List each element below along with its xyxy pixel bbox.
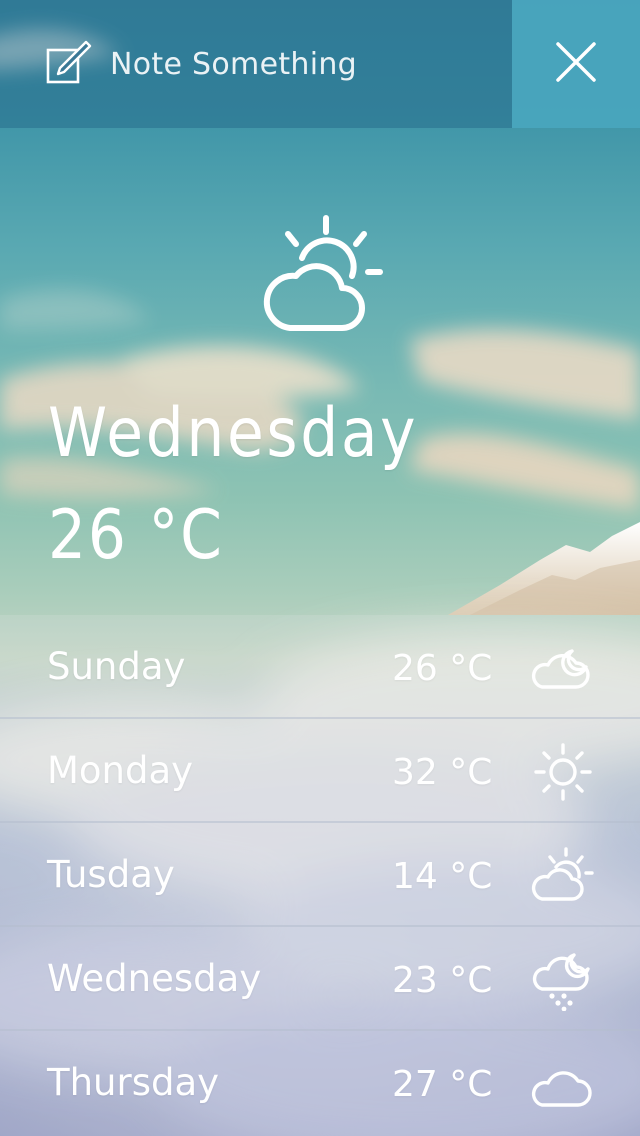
partly-cloudy-icon xyxy=(530,845,596,907)
current-temperature: 26 °C xyxy=(48,496,224,575)
forecast-row-sunday[interactable]: Sunday 26 °C xyxy=(0,615,640,719)
note-something-label: Note Something xyxy=(110,46,357,82)
forecast-day: Sunday xyxy=(47,645,186,688)
forecast-list: Sunday 26 °C Monday 32 °C Tusday 14 °C W… xyxy=(0,615,640,1136)
forecast-temperature: 14 °C xyxy=(392,856,493,897)
edit-note-icon xyxy=(40,38,92,90)
forecast-temperature: 27 °C xyxy=(392,1064,493,1105)
cloud-icon xyxy=(530,1053,596,1115)
weather-screen: Note Something Wednesday 26 °C Sunday 26… xyxy=(0,0,640,1136)
forecast-temperature: 26 °C xyxy=(392,648,493,689)
note-something-button[interactable]: Note Something xyxy=(40,28,357,100)
sunny-icon xyxy=(530,741,596,803)
cloudy-night-icon xyxy=(530,637,596,699)
forecast-temperature: 23 °C xyxy=(392,960,493,1001)
forecast-day: Wednesday xyxy=(47,957,262,1000)
forecast-day: Thursday xyxy=(47,1061,220,1104)
forecast-day: Monday xyxy=(47,749,194,792)
top-bar: Note Something xyxy=(0,0,640,128)
forecast-row-wednesday[interactable]: Wednesday 23 °C xyxy=(0,927,640,1031)
forecast-day: Tusday xyxy=(47,853,175,896)
forecast-row-thursday[interactable]: Thursday 27 °C xyxy=(0,1031,640,1135)
close-button[interactable] xyxy=(512,0,640,128)
close-icon xyxy=(552,38,600,90)
current-day: Wednesday xyxy=(48,394,419,473)
forecast-row-monday[interactable]: Monday 32 °C xyxy=(0,719,640,823)
forecast-temperature: 32 °C xyxy=(392,752,493,793)
forecast-row-tusday[interactable]: Tusday 14 °C xyxy=(0,823,640,927)
partly-cloudy-icon xyxy=(250,210,390,340)
rain-night-icon xyxy=(530,949,596,1012)
